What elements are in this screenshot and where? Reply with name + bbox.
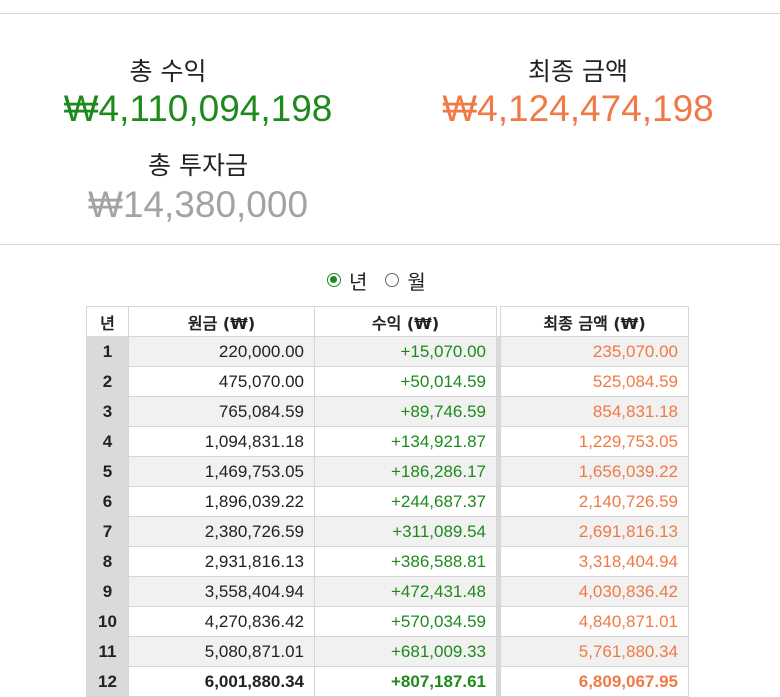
period-option-year[interactable]: 년 [327,266,367,295]
cell-principal: 2,380,726.59 [129,517,315,547]
cell-principal: 1,094,831.18 [129,427,315,457]
cell-principal: 1,896,039.22 [129,487,315,517]
period-toggle: 년 월 [327,266,444,294]
table-row: 5 1,469,753.05 +186,286.17 1,656,039.22 [86,457,689,487]
cell-principal: 220,000.00 [129,337,315,367]
table-row: 11 5,080,871.01 +681,009.33 5,761,880.34 [86,637,689,667]
period-option-label: 년 [349,269,368,294]
radio-checked-icon[interactable] [327,273,341,287]
table-row: 2 475,070.00 +50,014.59 525,084.59 [86,367,689,397]
cell-principal: 4,270,836.42 [129,607,315,637]
cell-final: 4,840,871.01 [501,607,689,637]
cell-profit: +311,089.54 [315,517,497,547]
final-amount-value: ₩4,124,474,198 [442,88,714,129]
table-row: 3 765,084.59 +89,746.59 854,831.18 [86,397,689,427]
header-final: 최종 금액 (₩) [501,306,689,337]
cell-profit: +472,431.48 [315,577,497,607]
table-row: 10 4,270,836.42 +570,034.59 4,840,871.01 [86,607,689,637]
table-row: 9 3,558,404.94 +472,431.48 4,030,836.42 [86,577,689,607]
top-divider [0,13,780,14]
cell-final: 2,140,726.59 [501,487,689,517]
total-investment-value: ₩14,380,000 [87,184,309,225]
table-row: 8 2,931,816.13 +386,588.81 3,318,404.94 [86,547,689,577]
cell-profit: +807,187.61 [315,667,497,697]
cell-principal: 5,080,871.01 [129,637,315,667]
cell-profit: +244,687.37 [315,487,497,517]
period-option-label: 월 [407,269,426,294]
table-row: 1 220,000.00 +15,070.00 235,070.00 [86,337,689,367]
cell-year: 2 [86,367,129,397]
cell-final: 525,084.59 [501,367,689,397]
cell-profit: +89,746.59 [315,397,497,427]
cell-final: 4,030,836.42 [501,577,689,607]
cell-final: 1,656,039.22 [501,457,689,487]
cell-final: 5,761,880.34 [501,637,689,667]
header-year: 년 [86,306,129,337]
cell-profit: +134,921.87 [315,427,497,457]
cell-profit: +386,588.81 [315,547,497,577]
cell-principal: 475,070.00 [129,367,315,397]
cell-final: 6,809,067.95 [501,667,689,697]
cell-principal: 1,469,753.05 [129,457,315,487]
schedule-table-container: 년 원금 (₩) 수익 (₩) 최종 금액 (₩) 1 220,000.00 +15… [86,306,689,697]
cell-principal: 765,084.59 [129,397,315,427]
final-amount-label: 최종 금액 [528,57,628,86]
cell-profit: +186,286.17 [315,457,497,487]
cell-year: 10 [86,607,129,637]
header-profit: 수익 (₩) [315,306,497,337]
cell-profit: +681,009.33 [315,637,497,667]
cell-final: 2,691,816.13 [501,517,689,547]
radio-unchecked-icon[interactable] [385,273,400,287]
table-body: 1 220,000.00 +15,070.00 235,070.00 2 475,070.… [86,337,689,697]
table-row: 4 1,094,831.18 +134,921.87 1,229,753.05 [86,427,689,457]
cell-final: 1,229,753.05 [501,427,689,457]
cell-year: 11 [86,637,129,667]
cell-year: 1 [86,337,129,367]
cell-year: 6 [86,487,129,517]
total-investment-label: 총 투자금 [148,151,248,180]
period-option-month[interactable]: 월 [385,266,426,295]
cell-year: 8 [86,547,129,577]
header-principal: 원금 (₩) [129,306,315,337]
cell-year: 4 [86,427,129,457]
section-divider [0,244,780,245]
cell-profit: +50,014.59 [315,367,497,397]
cell-profit: +15,070.00 [315,337,497,367]
cell-year: 5 [86,457,129,487]
schedule-table: 년 원금 (₩) 수익 (₩) 최종 금액 (₩) 1 220,000.00 +15… [86,306,689,697]
cell-principal: 3,558,404.94 [129,577,315,607]
cell-year: 7 [86,517,129,547]
table-row: 6 1,896,039.22 +244,687.37 2,140,726.59 [86,487,689,517]
total-profit-label: 총 수익 [129,57,207,86]
table-header-row: 년 원금 (₩) 수익 (₩) 최종 금액 (₩) [86,306,689,337]
table-row: 7 2,380,726.59 +311,089.54 2,691,816.13 [86,517,689,547]
table-row: 12 6,001,880.34 +807,187.61 6,809,067.95 [86,667,689,697]
cell-year: 9 [86,577,129,607]
cell-principal: 2,931,816.13 [129,547,315,577]
cell-final: 3,318,404.94 [501,547,689,577]
total-profit-value: ₩4,110,094,198 [63,88,333,129]
cell-year: 12 [86,667,129,697]
cell-profit: +570,034.59 [315,607,497,637]
cell-year: 3 [86,397,129,427]
cell-final: 235,070.00 [501,337,689,367]
cell-final: 854,831.18 [501,397,689,427]
cell-principal: 6,001,880.34 [129,667,315,697]
